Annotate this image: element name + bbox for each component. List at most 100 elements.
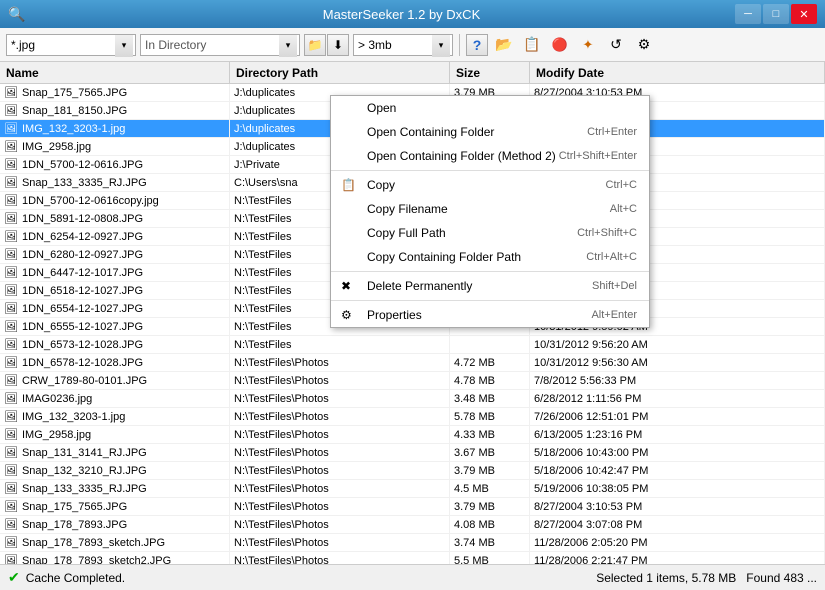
file-name-cell: 🖼Snap_133_3335_RJ.JPG xyxy=(0,480,230,497)
file-name-cell: 🖼IMAG0236.jpg xyxy=(0,390,230,407)
ctx-item-label: Copy Filename xyxy=(367,202,448,216)
table-row[interactable]: 🖼1DN_6578-12-1028.JPGN:\TestFiles\Photos… xyxy=(0,354,825,372)
table-row[interactable]: 🖼Snap_131_3141_RJ.JPGN:\TestFiles\Photos… xyxy=(0,444,825,462)
context-menu-item[interactable]: Copy FilenameAlt+C xyxy=(331,197,649,221)
file-dir-cell: N:\TestFiles\Photos xyxy=(230,462,450,479)
window-title: MasterSeeker 1.2 by DxCK xyxy=(68,7,735,22)
file-date-cell: 5/19/2006 10:38:05 PM xyxy=(530,480,825,497)
doc-btn[interactable]: 📋 xyxy=(520,33,544,57)
file-name: Snap_133_3335_RJ.JPG xyxy=(22,483,147,495)
file-name: IMG_132_3203-1.jpg xyxy=(22,411,125,423)
file-size-cell: 3.79 MB xyxy=(450,498,530,515)
file-icon: 🖼 xyxy=(4,140,18,153)
file-icon: 🖼 xyxy=(4,464,18,477)
ctx-item-label: Open Containing Folder (Method 2) xyxy=(367,149,556,163)
browse-folder-btn[interactable]: 📁 xyxy=(304,34,326,56)
ctx-item-label: Copy Full Path xyxy=(367,226,446,240)
table-row[interactable]: 🖼Snap_178_7893.JPGN:\TestFiles\Photos4.0… xyxy=(0,516,825,534)
file-icon: 🖼 xyxy=(4,374,18,387)
refresh-btn[interactable]: ↺ xyxy=(604,33,628,57)
context-menu-separator xyxy=(331,300,649,301)
table-row[interactable]: 🖼Snap_178_7893_sketch2.JPGN:\TestFiles\P… xyxy=(0,552,825,564)
context-menu-item[interactable]: Open xyxy=(331,96,649,120)
search-field-wrap: ▾ xyxy=(6,34,136,56)
col-date[interactable]: Modify Date xyxy=(530,62,825,83)
file-name-cell: 🖼IMG_132_3203-1.jpg xyxy=(0,408,230,425)
file-size-cell: 4.08 MB xyxy=(450,516,530,533)
file-dir-cell: N:\TestFiles\Photos xyxy=(230,480,450,497)
settings-btn[interactable]: ⚙ xyxy=(632,33,656,57)
table-row[interactable]: 🖼Snap_133_3335_RJ.JPGN:\TestFiles\Photos… xyxy=(0,480,825,498)
file-name-cell: 🖼Snap_133_3335_RJ.JPG xyxy=(0,174,230,191)
file-date-cell: 7/8/2012 5:56:33 PM xyxy=(530,372,825,389)
file-name: 1DN_5700-12-0616copy.jpg xyxy=(22,195,159,207)
file-icon: 🖼 xyxy=(4,176,18,189)
directory-input[interactable] xyxy=(141,35,279,55)
file-name-cell: 🖼Snap_178_7893.JPG xyxy=(0,516,230,533)
file-name: 1DN_5891-12-0808.JPG xyxy=(22,213,143,225)
file-name-cell: 🖼Snap_178_7893_sketch2.JPG xyxy=(0,552,230,564)
file-name: 1DN_6578-12-1028.JPG xyxy=(22,357,143,369)
file-size-cell: 4.78 MB xyxy=(450,372,530,389)
search-input[interactable] xyxy=(7,35,115,55)
table-row[interactable]: 🖼Snap_178_7893_sketch.JPGN:\TestFiles\Ph… xyxy=(0,534,825,552)
close-button[interactable]: ✕ xyxy=(791,4,817,24)
context-menu-item[interactable]: ✖Delete PermanentlyShift+Del xyxy=(331,274,649,298)
selected-status: Selected 1 items, 5.78 MB xyxy=(596,571,736,585)
file-size-cell: 5.78 MB xyxy=(450,408,530,425)
file-size-cell: 3.67 MB xyxy=(450,444,530,461)
cache-status: Cache Completed. xyxy=(26,571,125,585)
file-date-cell: 7/26/2006 12:51:01 PM xyxy=(530,408,825,425)
context-menu-item[interactable]: Open Containing Folder (Method 2)Ctrl+Sh… xyxy=(331,144,649,168)
file-date-cell: 8/27/2004 3:10:53 PM xyxy=(530,498,825,515)
col-name[interactable]: Name xyxy=(0,62,230,83)
status-bar: ✔ Cache Completed. Selected 1 items, 5.7… xyxy=(0,564,825,590)
file-icon: 🖼 xyxy=(4,122,18,135)
ctx-item-label: Copy xyxy=(367,178,395,192)
context-menu-item[interactable]: 📋CopyCtrl+C xyxy=(331,173,649,197)
file-date-cell: 11/28/2006 2:21:47 PM xyxy=(530,552,825,564)
directory-dropdown-btn[interactable]: ▾ xyxy=(279,35,297,57)
file-icon: 🖼 xyxy=(4,86,18,99)
file-name-cell: 🖼Snap_132_3210_RJ.JPG xyxy=(0,462,230,479)
file-name-cell: 🖼 Snap_175_7565.JPG xyxy=(0,84,230,101)
file-name-cell: 🖼1DN_5700-12-0616copy.jpg xyxy=(0,192,230,209)
maximize-button[interactable]: □ xyxy=(763,4,789,24)
search-dropdown-btn[interactable]: ▾ xyxy=(115,35,133,57)
col-size[interactable]: Size xyxy=(450,62,530,83)
minimize-button[interactable]: ─ xyxy=(735,4,761,24)
ctx-item-label: Delete Permanently xyxy=(367,279,472,293)
size-dropdown-btn[interactable]: ▾ xyxy=(432,35,450,57)
table-row[interactable]: 🖼IMAG0236.jpgN:\TestFiles\Photos3.48 MB6… xyxy=(0,390,825,408)
table-row[interactable]: 🖼Snap_175_7565.JPGN:\TestFiles\Photos3.7… xyxy=(0,498,825,516)
context-menu-item[interactable]: Open Containing Folder Ctrl+Enter xyxy=(331,120,649,144)
stop-btn[interactable]: 🔴 xyxy=(548,33,572,57)
file-size-cell: 4.33 MB xyxy=(450,426,530,443)
file-dir-cell: N:\TestFiles\Photos xyxy=(230,534,450,551)
directory-field-wrap: ▾ xyxy=(140,34,300,56)
table-row[interactable]: 🖼IMG_2958.jpgN:\TestFiles\Photos4.33 MB6… xyxy=(0,426,825,444)
ctx-item-label: Open Containing Folder xyxy=(367,125,494,139)
table-row[interactable]: 🖼Snap_132_3210_RJ.JPGN:\TestFiles\Photos… xyxy=(0,462,825,480)
file-date-cell: 6/13/2005 1:23:16 PM xyxy=(530,426,825,443)
table-row[interactable]: 🖼IMG_132_3203-1.jpgN:\TestFiles\Photos5.… xyxy=(0,408,825,426)
context-menu-separator xyxy=(331,271,649,272)
col-size-label: Size xyxy=(456,66,480,80)
table-row[interactable]: 🖼CRW_1789-80-0101.JPGN:\TestFiles\Photos… xyxy=(0,372,825,390)
context-menu-item[interactable]: Copy Full PathCtrl+Shift+C xyxy=(331,221,649,245)
folder-open-btn[interactable]: 📂 xyxy=(492,33,516,57)
table-row[interactable]: 🖼1DN_6573-12-1028.JPGN:\TestFiles10/31/2… xyxy=(0,336,825,354)
file-name-cell: 🖼1DN_6518-12-1027.JPG xyxy=(0,282,230,299)
context-menu-item[interactable]: Copy Containing Folder PathCtrl+Alt+C xyxy=(331,245,649,269)
context-menu-item[interactable]: ⚙PropertiesAlt+Enter xyxy=(331,303,649,327)
status-right: Selected 1 items, 5.78 MB Found 483 ... xyxy=(596,571,817,585)
star-btn[interactable]: ✦ xyxy=(576,33,600,57)
col-dir[interactable]: Directory Path xyxy=(230,62,450,83)
help-btn[interactable]: ? xyxy=(466,34,488,56)
browse-folder-btn2[interactable]: ⬇ xyxy=(327,34,349,56)
file-name: 1DN_6254-12-0927.JPG xyxy=(22,231,143,243)
ctx-item-shortcut: Ctrl+Enter xyxy=(587,126,637,138)
size-input[interactable] xyxy=(354,35,432,55)
file-name: Snap_175_7565.JPG xyxy=(22,87,127,99)
file-name-cell: 🖼Snap_175_7565.JPG xyxy=(0,498,230,515)
